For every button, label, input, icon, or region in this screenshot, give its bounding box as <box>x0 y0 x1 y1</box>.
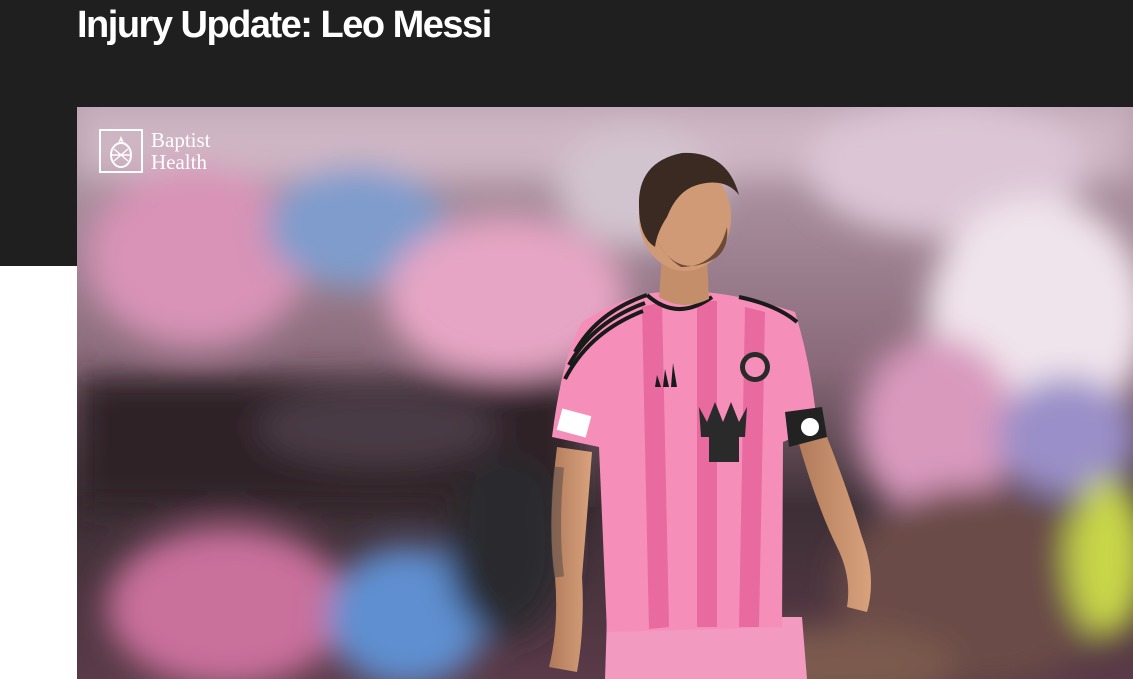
hero-photo <box>77 107 1133 679</box>
hero-image: Baptist Health <box>77 107 1133 679</box>
sponsor-line-1: Baptist <box>151 128 211 152</box>
page-title: Injury Update: Leo Messi <box>77 4 492 46</box>
pineapple-icon <box>99 129 143 173</box>
sponsor-logo: Baptist Health <box>99 129 211 173</box>
sponsor-line-2: Health <box>151 150 207 174</box>
sponsor-logo-text: Baptist Health <box>151 129 211 173</box>
